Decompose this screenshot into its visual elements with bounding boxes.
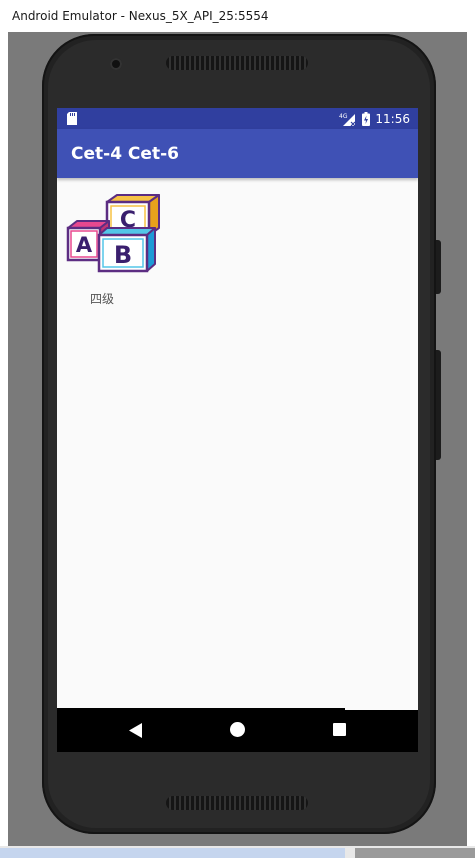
app-toolbar: Cet-4 Cet-6 [57, 129, 418, 178]
status-bar: 4G 11:56 [57, 108, 418, 129]
status-time: 11:56 [375, 111, 410, 126]
navigation-bar [57, 708, 418, 752]
app-title: Cet-4 Cet-6 [71, 144, 179, 164]
earpiece-speaker [166, 56, 308, 70]
grid-item-cet4[interactable]: C A B 四级 [65, 192, 161, 310]
svg-text:A: A [76, 233, 93, 257]
home-icon[interactable] [230, 722, 245, 737]
front-camera [110, 58, 122, 70]
sd-card-icon [67, 112, 77, 125]
taskbar-strip [0, 846, 475, 858]
window-title: Android Emulator - Nexus_5X_API_25:5554 [12, 9, 269, 23]
signal-icon: 4G [339, 113, 356, 126]
battery-icon [362, 111, 371, 126]
back-icon[interactable] [129, 723, 143, 738]
volume-button[interactable] [436, 350, 441, 460]
svg-text:B: B [114, 241, 132, 269]
grid-item-label: 四级 [89, 292, 114, 306]
power-button[interactable] [436, 240, 441, 294]
emulator-title-bar: Android Emulator - Nexus_5X_API_25:5554 [0, 0, 475, 32]
window-frame-left [0, 32, 8, 858]
bottom-speaker [166, 796, 308, 810]
window-frame-right [467, 32, 475, 858]
network-type: 4G [339, 113, 348, 120]
abc-blocks-icon: C A B [66, 194, 160, 273]
phone-screen: 4G 11:56 Cet-4 Cet-6 C A B 四级 [57, 108, 418, 752]
recents-icon[interactable] [333, 723, 346, 736]
